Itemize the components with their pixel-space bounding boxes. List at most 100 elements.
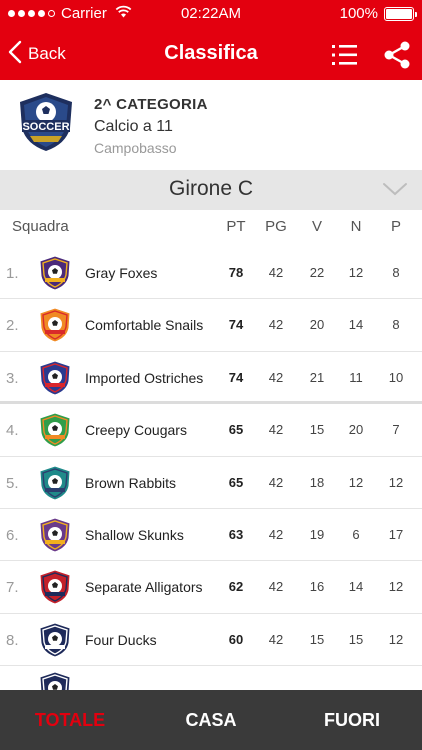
header-pt: PT (226, 218, 246, 235)
losses: 10 (388, 369, 404, 385)
league-type: Calcio a 11 (94, 118, 173, 135)
row-position: 3. (6, 369, 19, 387)
draws: 6 (352, 526, 360, 542)
losses: 12 (388, 631, 404, 647)
share-icon (381, 41, 413, 75)
league-category: 2^ CATEGORIA (94, 96, 208, 113)
table-row[interactable]: 8. Four Ducks 60 42 15 15 12 (0, 614, 422, 667)
row-position: 2. (6, 317, 19, 335)
played: 42 (268, 369, 284, 385)
played: 42 (268, 317, 284, 333)
points: 62 (228, 579, 244, 595)
table-row[interactable]: 1. Gray Foxes 78 42 22 12 8 (0, 247, 422, 300)
row-position: 5. (6, 474, 19, 492)
row-position: 7. (6, 579, 19, 597)
points: 63 (228, 526, 244, 542)
draws: 11 (349, 369, 363, 385)
status-right: 100% (339, 5, 417, 22)
losses: 17 (388, 526, 404, 542)
row-position: 4. (6, 422, 19, 440)
battery-icon (384, 6, 417, 21)
list-icon (330, 45, 360, 74)
share-button[interactable] (381, 39, 413, 71)
wins: 18 (309, 474, 325, 490)
nav-bar: Back Classifica (0, 28, 422, 80)
points: 60 (228, 631, 244, 647)
draws: 15 (348, 631, 364, 647)
row-position: 1. (6, 265, 19, 282)
chevron-down-icon (382, 181, 408, 202)
wins: 19 (309, 526, 325, 542)
team-badge-icon (36, 254, 74, 292)
table-row[interactable]: 4. Creepy Cougars 65 42 15 20 7 (0, 404, 422, 457)
team-badge-icon (36, 306, 74, 344)
group-selector[interactable]: Girone C (0, 170, 422, 210)
table-row[interactable]: 7. Separate Alligators 62 42 16 14 12 (0, 561, 422, 614)
losses: 12 (388, 474, 404, 490)
league-header: SOCCER 2^ CATEGORIA Calcio a 11 Campobas… (0, 80, 422, 170)
team-name: Separate Alligators (85, 579, 203, 596)
points: 74 (228, 317, 244, 333)
wins: 22 (309, 265, 325, 280)
team-badge-icon (36, 516, 74, 554)
table-header: Squadra PT PG V N P (0, 210, 422, 246)
table-row[interactable]: 2. Comfortable Snails 74 42 20 14 8 (0, 299, 422, 352)
header-team: Squadra (12, 218, 69, 235)
points: 65 (228, 422, 244, 438)
tab-fuori[interactable]: FUORI (282, 690, 422, 750)
row-position: 6. (6, 526, 19, 544)
wins: 15 (309, 422, 325, 438)
team-name: Four Ducks (85, 631, 157, 648)
standings-list: 1. Gray Foxes 78 42 22 12 8 2. Comfortab… (0, 247, 422, 719)
played: 42 (268, 265, 284, 280)
points: 74 (228, 369, 244, 385)
draws: 14 (348, 579, 364, 595)
league-city: Campobasso (94, 140, 177, 156)
list-view-button[interactable] (330, 40, 360, 70)
tab-bar: TOTALE CASA FUORI (0, 690, 422, 750)
table-row[interactable]: 5. Brown Rabbits 65 42 18 12 12 (0, 457, 422, 509)
played: 42 (268, 526, 284, 542)
row-position: 8. (6, 631, 19, 649)
team-name: Brown Rabbits (85, 474, 177, 491)
losses: 8 (392, 317, 400, 333)
losses: 8 (392, 265, 400, 280)
team-badge-icon (36, 359, 74, 397)
tab-totale[interactable]: TOTALE (0, 690, 140, 750)
wins: 21 (309, 369, 325, 385)
played: 42 (268, 631, 284, 647)
team-badge-icon (36, 568, 74, 606)
header-p: P (390, 218, 401, 235)
team-name: Imported Ostriches (85, 369, 204, 386)
wins: 16 (309, 579, 325, 595)
league-logo: SOCCER (14, 90, 78, 154)
draws: 14 (348, 317, 364, 333)
battery-label: 100% (339, 5, 378, 22)
points: 65 (228, 474, 244, 490)
tab-casa[interactable]: CASA (141, 690, 281, 750)
wins: 20 (309, 317, 325, 333)
losses: 12 (388, 579, 404, 595)
header-pg: PG (265, 218, 287, 235)
played: 42 (268, 474, 284, 490)
team-name: Shallow Skunks (85, 526, 184, 543)
draws: 12 (348, 265, 364, 280)
losses: 7 (392, 422, 400, 438)
team-name: Comfortable Snails (85, 317, 204, 334)
header-n: N (350, 218, 362, 235)
team-badge-icon (36, 464, 74, 502)
wins: 15 (309, 631, 325, 647)
team-name: Gray Foxes (85, 265, 158, 281)
league-logo-text: SOCCER (22, 121, 69, 133)
team-badge-icon (36, 411, 74, 449)
team-name: Creepy Cougars (85, 422, 187, 439)
draws: 12 (348, 474, 364, 490)
team-badge-icon (36, 621, 74, 659)
group-title: Girone C (168, 177, 254, 200)
header-v: V (311, 218, 322, 235)
points: 78 (228, 265, 244, 280)
draws: 20 (348, 422, 364, 438)
table-row[interactable]: 6. Shallow Skunks 63 42 19 6 17 (0, 509, 422, 562)
played: 42 (268, 579, 284, 595)
table-row[interactable]: 3. Imported Ostriches 74 42 21 11 10 (0, 352, 422, 405)
